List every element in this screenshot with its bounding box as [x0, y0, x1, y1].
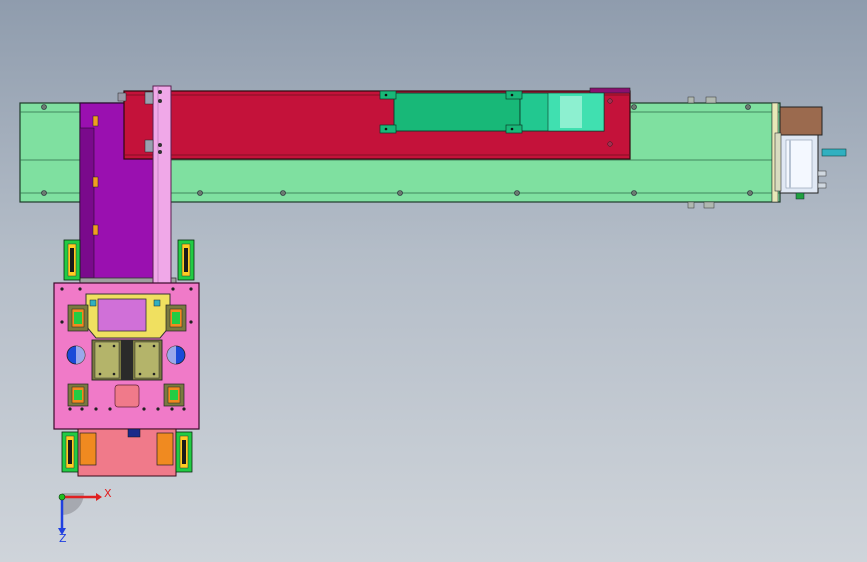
motor-connector[interactable]: [821, 148, 847, 157]
orientation-triad: X Z: [58, 487, 112, 545]
motor-housing[interactable]: [779, 106, 823, 136]
foot-pad-left[interactable]: [79, 432, 97, 466]
gripper-frame[interactable]: [85, 293, 171, 339]
base-plate-assembly[interactable]: [53, 282, 200, 430]
x-carriage[interactable]: [117, 87, 631, 160]
carriage-slot[interactable]: [393, 92, 521, 132]
upper-wheel-left[interactable]: [63, 239, 81, 281]
lower-foot-assembly[interactable]: [61, 428, 193, 477]
upper-wheel-right[interactable]: [177, 239, 195, 281]
servo-motor[interactable]: [774, 106, 847, 200]
bearing-block-br[interactable]: [163, 383, 185, 407]
bearing-block-tr[interactable]: [165, 304, 187, 332]
gripper-window[interactable]: [97, 298, 147, 332]
lower-wheel-left[interactable]: [61, 431, 79, 473]
pink-bar[interactable]: [152, 85, 172, 286]
lower-wheel-right[interactable]: [175, 431, 193, 473]
bearing-block-bl[interactable]: [67, 383, 89, 407]
foot-pad-right[interactable]: [156, 432, 174, 466]
cad-viewport[interactable]: X Z: [0, 0, 867, 562]
z-axis-label: Z: [59, 532, 67, 545]
clamp-block[interactable]: [91, 339, 163, 381]
center-pad: [114, 384, 140, 408]
x-axis-label: X: [104, 487, 112, 500]
bearing-block-tl[interactable]: [67, 304, 89, 332]
